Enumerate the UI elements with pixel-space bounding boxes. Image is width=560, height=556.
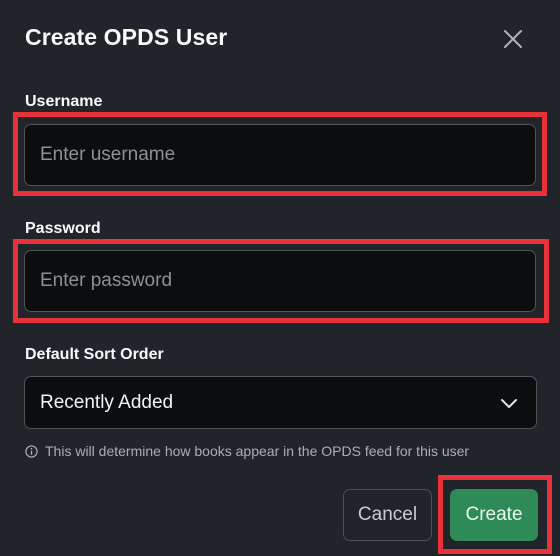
sort-order-selected-value: Recently Added xyxy=(40,392,174,413)
chevron-down-icon xyxy=(501,399,517,408)
sort-order-select[interactable]: Recently Added xyxy=(24,376,537,429)
username-label: Username xyxy=(25,93,103,110)
cancel-button[interactable]: Cancel xyxy=(343,489,432,541)
sort-order-hint: This will determine how books appear in … xyxy=(25,443,469,459)
info-icon xyxy=(25,444,38,458)
create-opds-user-dialog: Create OPDS User Username Password Defau… xyxy=(0,0,560,556)
close-button[interactable] xyxy=(500,26,526,52)
close-icon xyxy=(504,30,522,48)
create-button[interactable]: Create xyxy=(450,489,538,541)
dialog-title: Create OPDS User xyxy=(25,24,228,50)
password-input[interactable] xyxy=(24,250,536,312)
sort-order-label: Default Sort Order xyxy=(25,346,164,363)
username-input[interactable] xyxy=(24,124,536,186)
password-label: Password xyxy=(25,220,101,237)
sort-order-hint-text: This will determine how books appear in … xyxy=(45,443,470,459)
